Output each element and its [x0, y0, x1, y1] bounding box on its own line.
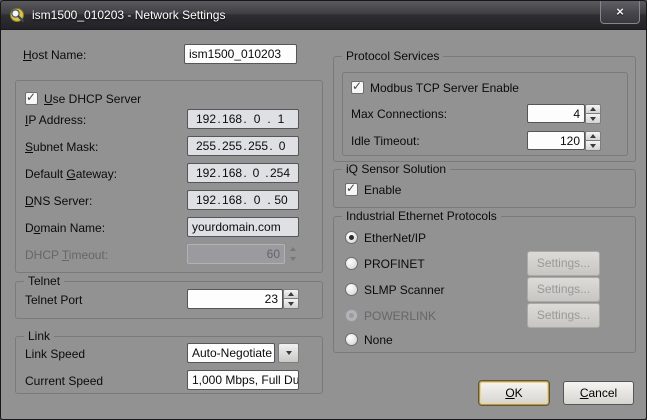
ip-address-field[interactable]: 192.168.0.1	[187, 109, 299, 129]
cancel-button[interactable]: Cancel	[563, 381, 634, 405]
modbus-tcp-enable-checkbox[interactable]: ✓	[351, 81, 364, 94]
current-speed-value: 1,000 Mbps, Full Dup	[187, 370, 299, 390]
telnet-port-input[interactable]: 23	[187, 289, 283, 309]
max-connections-input[interactable]: 4	[527, 104, 585, 123]
modbus-tcp-enable-label: Modbus TCP Server Enable	[370, 81, 519, 95]
app-magnifier-icon	[9, 7, 26, 24]
domain-name-input[interactable]: yourdomain.com	[187, 217, 299, 237]
slmp-settings-button: Settings...	[527, 277, 600, 302]
protocol-services-group-title: Protocol Services	[342, 49, 443, 63]
dhcp-timeout-spinner	[285, 244, 301, 264]
radio-profinet[interactable]	[345, 257, 358, 270]
spin-up-icon[interactable]	[283, 289, 299, 299]
use-dhcp-checkbox[interactable]: ✓	[25, 92, 38, 105]
powerlink-settings-button: Settings...	[527, 303, 600, 328]
dhcp-timeout-input: 60	[187, 244, 285, 264]
spin-up-icon	[285, 244, 301, 254]
radio-powerlink-label: POWERLINK	[364, 309, 436, 323]
dns-server-label: DNS Server:	[25, 194, 92, 208]
idle-timeout-input[interactable]: 120	[527, 131, 585, 150]
spin-down-icon[interactable]	[283, 299, 299, 309]
iq-enable-label: Enable	[364, 183, 401, 197]
radio-slmp-scanner[interactable]	[345, 283, 358, 296]
spin-down-icon[interactable]	[585, 141, 601, 151]
check-icon: ✓	[26, 90, 36, 104]
subnet-mask-field[interactable]: 255.255.255.0	[187, 136, 299, 156]
network-settings-dialog: ism1500_010203 - Network Settings × Host…	[0, 0, 647, 420]
dns-server-field[interactable]: 192.168.0.50	[187, 190, 299, 210]
link-speed-dropdown-button[interactable]	[278, 343, 299, 363]
link-speed-select[interactable]: Auto-Negotiate	[187, 343, 275, 363]
link-speed-label: Link Speed	[25, 347, 85, 361]
subnet-mask-label: Subnet Mask:	[25, 140, 98, 154]
check-icon: ✓	[346, 181, 356, 195]
host-name-label: Host Name:	[23, 48, 86, 62]
domain-name-label: Domain Name:	[25, 221, 105, 235]
idle-timeout-label: Idle Timeout:	[351, 134, 420, 148]
telnet-port-label: Telnet Port	[25, 293, 82, 307]
radio-powerlink	[345, 309, 358, 322]
window-title: ism1500_010203 - Network Settings	[32, 8, 225, 22]
close-button[interactable]: ×	[600, 1, 640, 24]
radio-ethernet-ip-label: EtherNet/IP	[364, 231, 426, 245]
use-dhcp-label: Use DHCP Server	[44, 92, 141, 106]
chevron-down-icon	[286, 351, 292, 355]
telnet-group-title: Telnet	[24, 274, 64, 288]
titlebar[interactable]: ism1500_010203 - Network Settings ×	[1, 1, 646, 30]
host-name-input[interactable]: ism1500_010203	[184, 44, 297, 64]
spin-down-icon[interactable]	[585, 114, 601, 124]
industrial-protocols-group-title: Industrial Ethernet Protocols	[342, 209, 501, 223]
max-connections-label: Max Connections:	[351, 107, 447, 121]
current-speed-label: Current Speed	[25, 374, 103, 388]
dhcp-timeout-label: DHCP Timeout:	[25, 248, 108, 262]
ip-address-label: IP Address:	[25, 113, 86, 127]
radio-slmp-scanner-label: SLMP Scanner	[364, 283, 445, 297]
profinet-settings-button: Settings...	[527, 251, 600, 276]
link-group-title: Link	[24, 329, 54, 343]
spin-up-icon[interactable]	[585, 104, 601, 114]
radio-profinet-label: PROFINET	[364, 257, 425, 271]
ok-button[interactable]: OK	[479, 381, 549, 405]
radio-none[interactable]	[345, 333, 358, 346]
idle-timeout-spinner[interactable]	[585, 131, 601, 150]
radio-none-label: None	[364, 333, 393, 347]
radio-ethernet-ip[interactable]	[345, 231, 358, 244]
telnet-port-spinner[interactable]	[283, 289, 299, 309]
spin-down-icon	[285, 254, 301, 264]
default-gateway-field[interactable]: 192.168.0.254	[187, 163, 299, 183]
iq-sensor-group-title: iQ Sensor Solution	[342, 162, 450, 176]
check-icon: ✓	[352, 79, 362, 93]
spin-up-icon[interactable]	[585, 131, 601, 141]
default-gateway-label: Default Gateway:	[25, 167, 117, 181]
max-connections-spinner[interactable]	[585, 104, 601, 123]
iq-enable-checkbox[interactable]: ✓	[345, 183, 358, 196]
